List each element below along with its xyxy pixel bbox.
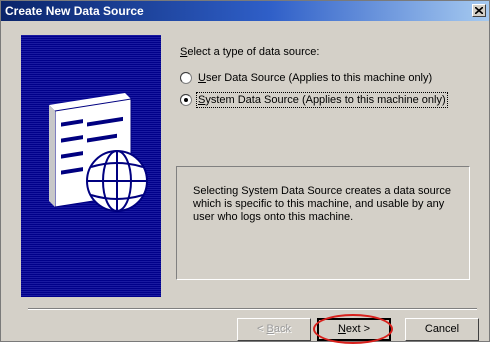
close-icon xyxy=(475,7,483,14)
back-button[interactable]: < Back xyxy=(237,318,311,341)
create-data-source-dialog: Create New Data Source Select a type of … xyxy=(0,0,490,342)
data-source-type-prompt: Select a type of data source: xyxy=(180,46,320,58)
close-button[interactable] xyxy=(472,4,486,17)
next-button[interactable]: Next > xyxy=(317,318,391,341)
radio-checked-icon[interactable] xyxy=(180,94,192,106)
description-text: Selecting System Data Source creates a d… xyxy=(193,185,452,223)
globe-icon xyxy=(86,150,148,212)
description-panel: Selecting System Data Source creates a d… xyxy=(175,165,471,281)
user-data-source-label[interactable]: User Data Source (Applies to this machin… xyxy=(198,72,432,84)
data-source-illustration xyxy=(21,35,161,297)
radio-unchecked-icon[interactable] xyxy=(180,72,192,84)
button-separator xyxy=(28,308,477,310)
cancel-button[interactable]: Cancel xyxy=(405,318,479,341)
window-title: Create New Data Source xyxy=(5,4,144,18)
title-bar[interactable]: Create New Data Source xyxy=(1,1,489,21)
system-data-source-label[interactable]: System Data Source (Applies to this mach… xyxy=(196,92,448,108)
